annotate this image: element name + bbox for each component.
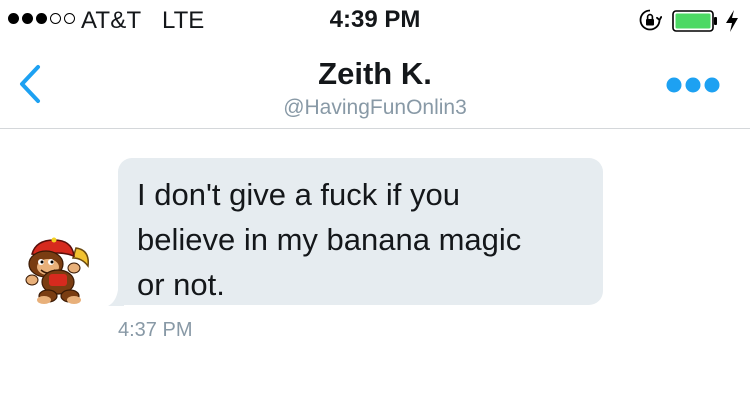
sender-avatar[interactable] <box>18 236 104 306</box>
more-options-button[interactable] <box>666 75 720 95</box>
conversation-header: Zeith K. @HavingFunOnlin3 <box>0 40 750 129</box>
battery-icon <box>672 10 717 32</box>
message-line: believe in my banana magic <box>137 222 522 257</box>
charging-bolt-icon <box>726 10 738 32</box>
contact-name: Zeith K. <box>318 56 432 91</box>
message-text: I don't give a fuck if you believe in my… <box>137 172 581 307</box>
message-timestamp: 4:37 PM <box>118 319 193 341</box>
status-bar: AT&T LTE 4:39 PM <box>0 0 750 40</box>
message-line: I don't give a fuck if you <box>137 177 460 212</box>
rotation-lock-icon <box>639 9 662 31</box>
message-line: or not. <box>137 267 225 302</box>
message-bubble[interactable]: I don't give a fuck if you believe in my… <box>118 158 603 305</box>
contact-handle: @HavingFunOnlin3 <box>283 96 467 119</box>
